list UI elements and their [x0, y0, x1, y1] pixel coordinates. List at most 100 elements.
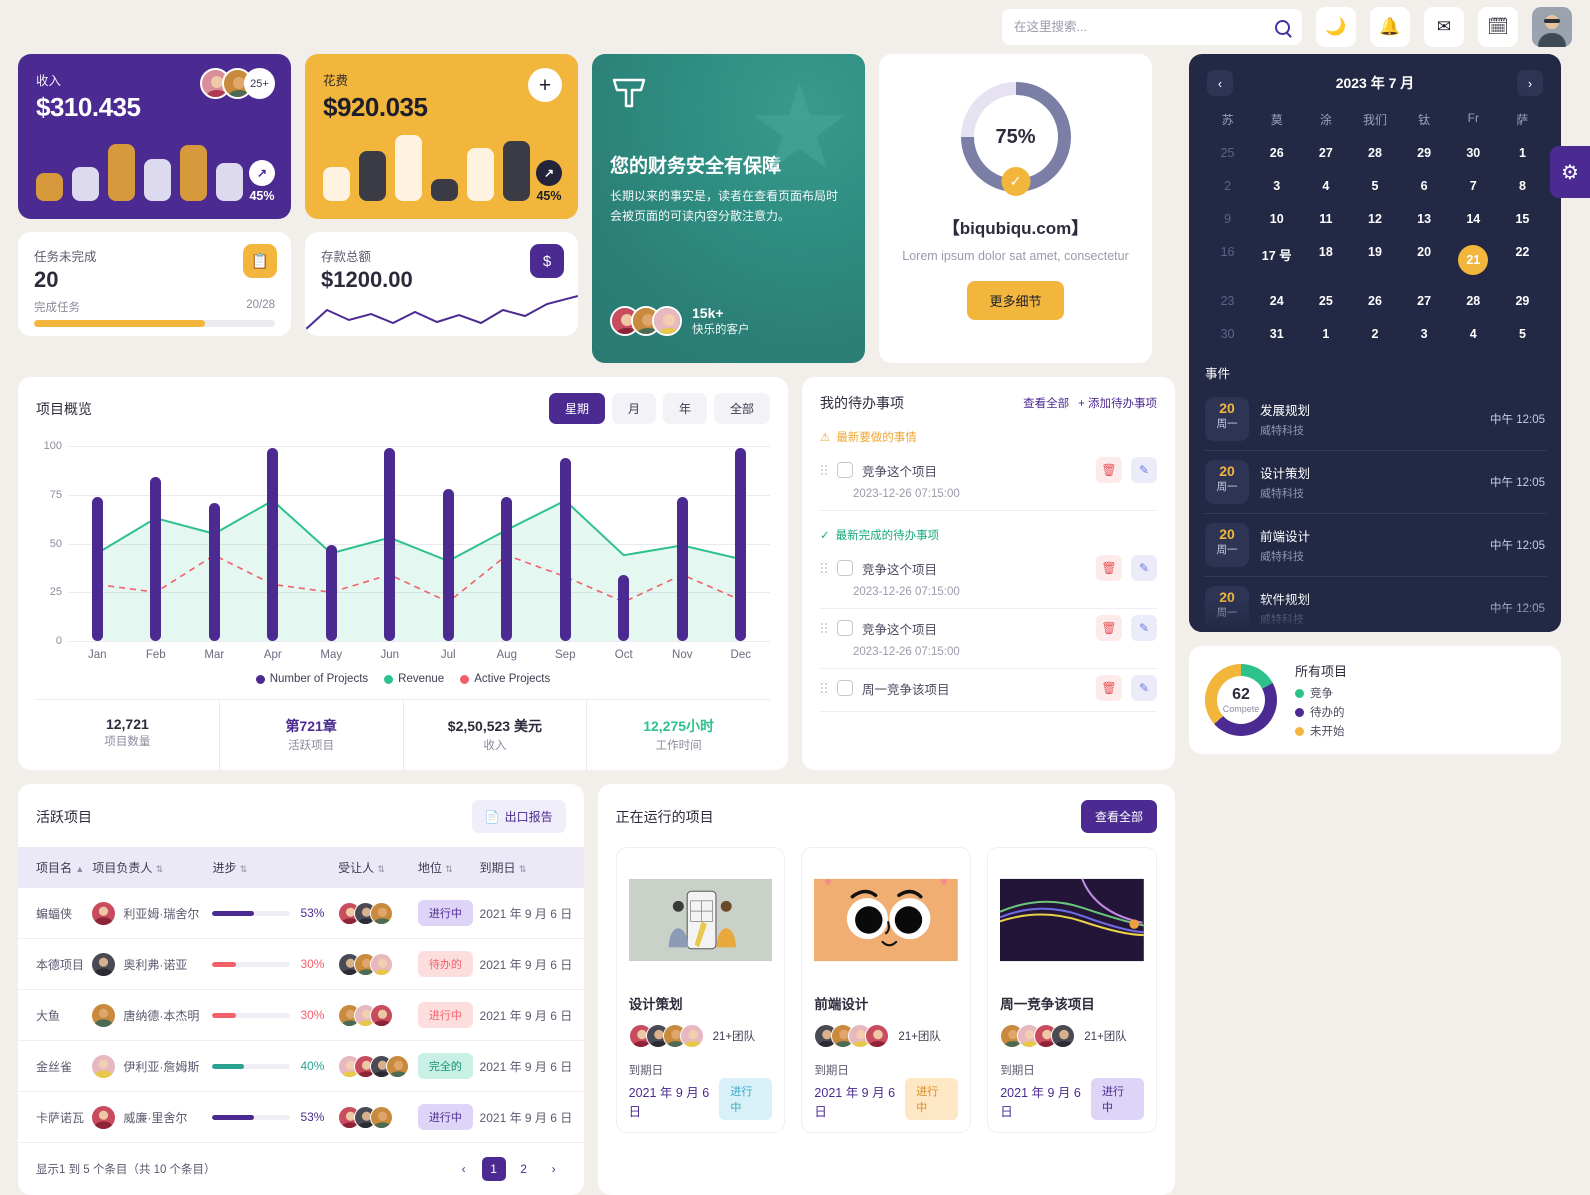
- calendar-day[interactable]: 29: [1400, 140, 1449, 166]
- running-view-all-button[interactable]: 查看全部: [1080, 800, 1157, 833]
- drag-handle-icon[interactable]: [820, 463, 828, 477]
- calendar-day[interactable]: 16: [1203, 239, 1252, 281]
- calendar-day[interactable]: 23: [1203, 288, 1252, 314]
- todo-checkbox[interactable]: [837, 560, 853, 576]
- table-row[interactable]: 蝙蝠侠 利亚姆·瑞舍尔 53% 进行中 2021 年 9 月 6 日: [18, 888, 584, 939]
- moon-icon[interactable]: 🌙: [1316, 7, 1356, 47]
- avatar[interactable]: [1532, 7, 1572, 47]
- calendar-day[interactable]: 24: [1252, 288, 1301, 314]
- calendar-day[interactable]: 19: [1350, 239, 1399, 281]
- table-row[interactable]: 卡萨诺瓦 威廉·里舍尔 53% 进行中 2021 年 9 月 6 日: [18, 1091, 584, 1143]
- delete-icon[interactable]: 🗑: [1096, 555, 1122, 581]
- calendar-icon[interactable]: 🗓: [1478, 7, 1518, 47]
- drag-handle-icon[interactable]: [820, 561, 828, 575]
- chart-range-0[interactable]: 星期: [548, 393, 605, 424]
- table-column-header[interactable]: 到期日 ⇅: [479, 847, 584, 888]
- calendar-day[interactable]: 17 号: [1252, 239, 1301, 281]
- export-report-button[interactable]: 📄 出口报告: [471, 800, 566, 833]
- table-column-header[interactable]: 受让人 ⇅: [338, 847, 418, 888]
- calendar-day[interactable]: 6: [1400, 173, 1449, 199]
- sort-icon[interactable]: ⇅: [240, 864, 248, 874]
- project-card[interactable]: 周一竞争该项目 21+团队 到期日 2021 年 9 月 6 日进行中: [987, 847, 1158, 1133]
- calendar-day[interactable]: 12: [1350, 206, 1399, 232]
- calendar-day[interactable]: 31: [1252, 321, 1301, 347]
- table-column-header[interactable]: 项目名 ▲: [18, 847, 93, 888]
- sort-icon[interactable]: ⇅: [519, 864, 527, 874]
- todo-add-link[interactable]: + 添加待办事项: [1078, 395, 1157, 411]
- calendar-day[interactable]: 10: [1252, 206, 1301, 232]
- bell-icon[interactable]: 🔔: [1370, 7, 1410, 47]
- calendar-day[interactable]: 21: [1449, 239, 1498, 281]
- page-prev-button[interactable]: ‹: [452, 1157, 476, 1181]
- project-card[interactable]: 前端设计 21+团队 到期日 2021 年 9 月 6 日进行中: [801, 847, 972, 1133]
- todo-view-all-link[interactable]: 查看全部: [1023, 395, 1069, 411]
- todo-checkbox[interactable]: [837, 680, 853, 696]
- edit-icon[interactable]: ✎: [1131, 615, 1157, 641]
- mail-icon[interactable]: ✉: [1424, 7, 1464, 47]
- calendar-day[interactable]: 13: [1400, 206, 1449, 232]
- calendar-day[interactable]: 3: [1400, 321, 1449, 347]
- calendar-day[interactable]: 2: [1203, 173, 1252, 199]
- todo-item[interactable]: 竞争这个项目 🗑 ✎ 2023-12-26 07:15:00: [820, 609, 1157, 669]
- drag-handle-icon[interactable]: [820, 681, 828, 695]
- table-pagination[interactable]: ‹ 1 2 ›: [452, 1157, 566, 1181]
- todo-item[interactable]: 竞争这个项目 🗑 ✎ 2023-12-26 07:15:00: [820, 549, 1157, 609]
- calendar-day[interactable]: 27: [1301, 140, 1350, 166]
- calendar-day[interactable]: 29: [1498, 288, 1547, 314]
- sort-icon[interactable]: ⇅: [378, 864, 386, 874]
- page-button-2[interactable]: 2: [512, 1157, 536, 1181]
- table-column-header[interactable]: 项目负责人 ⇅: [92, 847, 213, 888]
- table-column-header[interactable]: 地位 ⇅: [417, 847, 480, 888]
- todo-checkbox[interactable]: [837, 620, 853, 636]
- project-card[interactable]: 设计策划 21+团队 到期日 2021 年 9 月 6 日进行中: [615, 847, 786, 1133]
- sort-icon[interactable]: ⇅: [445, 864, 453, 874]
- event-item[interactable]: 20 周一 设计策划 威特科技 中午 12:05: [1203, 451, 1547, 514]
- calendar-day[interactable]: 25: [1301, 288, 1350, 314]
- calendar-day[interactable]: 11: [1301, 206, 1350, 232]
- table-row[interactable]: 金丝雀 伊利亚·詹姆斯 40% 完全的 2021 年 9 月 6 日: [18, 1040, 584, 1092]
- calendar-day[interactable]: 1: [1301, 321, 1350, 347]
- todo-checkbox[interactable]: [837, 462, 853, 478]
- calendar-day[interactable]: 18: [1301, 239, 1350, 281]
- event-item[interactable]: 20 周一 发展规划 威特科技 中午 12:05: [1203, 388, 1547, 451]
- calendar-day[interactable]: 5: [1350, 173, 1399, 199]
- calendar-day[interactable]: 30: [1449, 140, 1498, 166]
- gear-icon[interactable]: ⚙: [1550, 146, 1590, 198]
- delete-icon[interactable]: 🗑: [1096, 457, 1122, 483]
- table-column-header[interactable]: 进步 ⇅: [212, 847, 339, 888]
- calendar-day[interactable]: 8: [1498, 173, 1547, 199]
- calendar-day[interactable]: 4: [1449, 321, 1498, 347]
- calendar-day[interactable]: 20: [1400, 239, 1449, 281]
- calendar-prev-button[interactable]: ‹: [1207, 70, 1233, 96]
- drag-handle-icon[interactable]: [820, 621, 828, 635]
- todo-item[interactable]: 竞争这个项目 🗑 ✎ 2023-12-26 07:15:00: [820, 451, 1157, 511]
- todo-item[interactable]: 周一竞争该项目 🗑 ✎: [820, 669, 1157, 712]
- calendar-day[interactable]: 22: [1498, 239, 1547, 281]
- calendar-day[interactable]: 27: [1400, 288, 1449, 314]
- table-row[interactable]: 大鱼 唐纳德·本杰明 30% 进行中 2021 年 9 月 6 日: [18, 989, 584, 1041]
- sort-icon[interactable]: ▲: [75, 864, 84, 874]
- calendar-day[interactable]: 4: [1301, 173, 1350, 199]
- page-button-1[interactable]: 1: [481, 1157, 506, 1181]
- calendar-day[interactable]: 15: [1498, 206, 1547, 232]
- calendar-day[interactable]: 26: [1252, 140, 1301, 166]
- calendar-day[interactable]: 2: [1350, 321, 1399, 347]
- calendar-day[interactable]: 28: [1449, 288, 1498, 314]
- calendar-grid[interactable]: 苏莫涂我们钛 Fr 萨 25 26 27 28 29 30 1 2 3 4 5 6 7 8 9 10 11 12 13 14…: [1203, 106, 1547, 347]
- calendar-day[interactable]: 26: [1350, 288, 1399, 314]
- chart-range-2[interactable]: 年: [662, 393, 707, 424]
- calendar-day[interactable]: 30: [1203, 321, 1252, 347]
- table-row[interactable]: 本德项目 奥利弗·诺亚 30% 待办的 2021 年 9 月 6 日: [18, 938, 584, 990]
- edit-icon[interactable]: ✎: [1131, 675, 1157, 701]
- calendar-day[interactable]: 9: [1203, 206, 1252, 232]
- chart-range-3[interactable]: 全部: [713, 393, 770, 424]
- calendar-day[interactable]: 3: [1252, 173, 1301, 199]
- chart-range-tabs[interactable]: 星期月年全部: [548, 393, 770, 424]
- chart-range-1[interactable]: 月: [611, 393, 656, 424]
- edit-icon[interactable]: ✎: [1131, 555, 1157, 581]
- sort-icon[interactable]: ⇅: [156, 864, 164, 874]
- delete-icon[interactable]: 🗑: [1096, 615, 1122, 641]
- add-expense-button[interactable]: +: [528, 68, 562, 102]
- calendar-day[interactable]: 28: [1350, 140, 1399, 166]
- delete-icon[interactable]: 🗑: [1096, 675, 1122, 701]
